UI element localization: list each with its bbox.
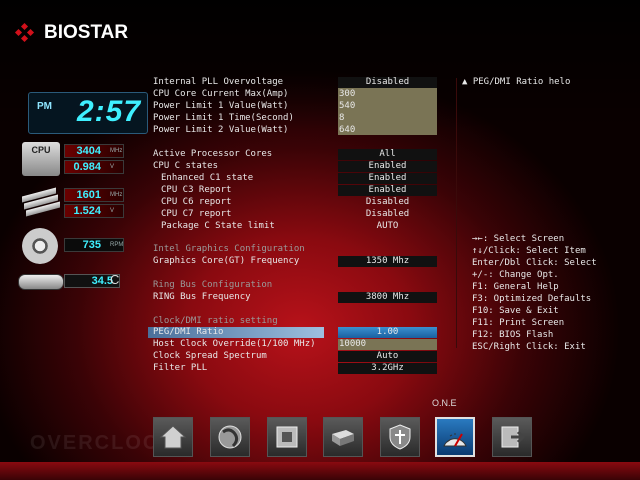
fan-speed-unit: RPM [110, 242, 124, 248]
exit-icon [501, 426, 526, 448]
nav-main-button[interactable] [153, 417, 193, 457]
setting-value[interactable]: 1350 Mhz [338, 256, 437, 267]
help-divider [456, 78, 457, 348]
nav-chipset-button[interactable] [267, 417, 307, 457]
setting-label: Filter PLL [153, 363, 208, 373]
setting-value[interactable]: Auto [338, 351, 437, 362]
setting-row-active-cores[interactable]: Active Processor Cores All [0, 149, 640, 160]
setting-label: Power Limit 2 Value(Watt) [153, 125, 289, 135]
setting-label: PEG/DMI Ratio [153, 327, 224, 337]
key-help-item: F3: Optimized Defaults [472, 294, 592, 304]
storage-icon [332, 430, 354, 446]
setting-label: Active Processor Cores [153, 149, 273, 159]
setting-label: Power Limit 1 Value(Watt) [153, 101, 289, 111]
setting-label: CPU C6 report [161, 197, 232, 207]
logo-mark-icon [14, 22, 40, 44]
key-help-item: ↑↓/Click: Select Item [472, 246, 586, 256]
setting-value[interactable]: 3800 Mhz [338, 292, 437, 303]
help-title: ▲ PEG/DMI Ratio helo [462, 77, 571, 87]
setting-row-filter-pll[interactable]: Filter PLL 3.2GHz [0, 363, 640, 374]
setting-row-cpu-core-current[interactable]: CPU Core Current Max(Amp) 300 [0, 89, 640, 100]
setting-value[interactable]: Enabled [338, 173, 437, 184]
setting-input[interactable]: 10000 [338, 339, 437, 350]
key-help-item: →←: Select Screen [472, 234, 565, 244]
setting-value[interactable]: Enabled [338, 185, 437, 196]
key-help-item: F12: BIOS Flash [472, 330, 554, 340]
setting-input[interactable]: 640 [338, 125, 438, 136]
setting-label: Internal PLL Overvoltage [153, 77, 284, 87]
setting-label: Clock Spread Spectrum [153, 351, 267, 361]
setting-row-power-limit-1-value[interactable]: Power Limit 1 Value(Watt) 540 [0, 101, 640, 112]
security-icon [389, 424, 411, 450]
key-help-item: F10: Save & Exit [472, 306, 559, 316]
setting-value[interactable]: 3.2GHz [338, 363, 437, 374]
setting-label: CPU Core Current Max(Amp) [153, 89, 289, 99]
setting-input[interactable]: 540 [338, 101, 438, 112]
nav-exit-button[interactable] [492, 417, 532, 457]
section-ring-bus: Ring Bus Configuration [153, 280, 273, 290]
temperature-unit: C [110, 272, 120, 287]
setting-label: Enhanced C1 state [161, 173, 254, 183]
section-intel-graphics: Intel Graphics Configuration [153, 244, 305, 254]
motherboard-icon [18, 274, 64, 290]
setting-label: Power Limit 1 Time(Second) [153, 113, 294, 123]
active-nav-label: O.N.E [432, 398, 457, 408]
chipset-icon [276, 426, 298, 448]
performance-icon [218, 425, 242, 449]
setting-input[interactable]: 300 [338, 89, 438, 100]
setting-value[interactable]: 1.00 [338, 327, 437, 338]
brand-name: BIOSTAR [44, 22, 129, 43]
setting-label: Graphics Core(GT) Frequency [153, 256, 300, 266]
setting-row-package-c[interactable]: Package C State limit AUTO [0, 221, 640, 232]
setting-label: Package C State limit [161, 221, 275, 231]
nav-boot-button[interactable] [323, 417, 363, 457]
setting-row-power-limit-2-value[interactable]: Power Limit 2 Value(Watt) 640 [0, 125, 640, 136]
nav-one-button[interactable] [435, 417, 475, 457]
setting-value[interactable]: Disabled [338, 197, 437, 208]
one-icon [443, 433, 467, 447]
setting-label: Host Clock Override(1/100 MHz) [153, 339, 316, 349]
setting-value[interactable]: AUTO [338, 221, 437, 232]
setting-value[interactable]: Disabled [338, 77, 437, 88]
key-help-item: F1: General Help [472, 282, 559, 292]
bottom-bar [0, 462, 640, 480]
biostar-logo: BIOSTAR [14, 20, 140, 46]
setting-value[interactable]: Enabled [338, 161, 437, 172]
setting-row-power-limit-1-time[interactable]: Power Limit 1 Time(Second) 8 [0, 113, 640, 124]
setting-row-cpu-c-states[interactable]: CPU C states Enabled [0, 161, 640, 172]
setting-label: CPU C states [153, 161, 219, 171]
setting-value[interactable]: All [338, 149, 437, 160]
key-help-list: →←: Select Screen ↑↓/Click: Select Item … [472, 233, 597, 353]
key-help-item: F11: Print Screen [472, 318, 565, 328]
nav-advanced-button[interactable] [210, 417, 250, 457]
setting-row-cpu-c6[interactable]: CPU C6 report Disabled [0, 197, 640, 208]
key-help-item: ESC/Right Click: Exit [472, 342, 586, 352]
setting-input[interactable]: 8 [338, 113, 438, 124]
key-help-item: +/-: Change Opt. [472, 270, 559, 280]
help-title-text: PEG/DMI Ratio helo [472, 77, 571, 87]
setting-row-cpu-c3[interactable]: CPU C3 Report Enabled [0, 185, 640, 196]
setting-label: CPU C3 Report [161, 185, 232, 195]
setting-label: RING Bus Frequency [153, 292, 251, 302]
nav-security-button[interactable] [380, 417, 420, 457]
setting-row-enhanced-c1[interactable]: Enhanced C1 state Enabled [0, 173, 640, 184]
setting-row-cpu-c7[interactable]: CPU C7 report Disabled [0, 209, 640, 220]
section-clock-dmi: Clock/DMI ratio setting [153, 316, 278, 326]
home-icon [159, 425, 187, 449]
setting-label: CPU C7 report [161, 209, 232, 219]
key-help-item: Enter/Dbl Click: Select [472, 258, 597, 268]
setting-value[interactable]: Disabled [338, 209, 437, 220]
